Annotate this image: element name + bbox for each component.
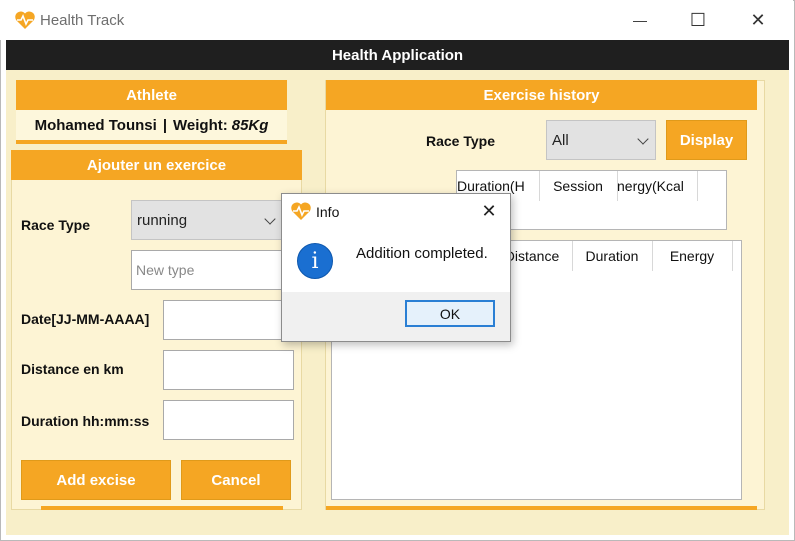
close-icon: ✕ — [750, 9, 766, 30]
race-type-select[interactable]: running — [131, 200, 283, 240]
minimize-button[interactable]: — — [615, 4, 665, 36]
race-type-value: running — [137, 211, 188, 229]
chevron-down-icon — [264, 213, 276, 225]
history-col-energy[interactable]: Energy — [652, 241, 733, 271]
heart-pulse-icon — [15, 11, 35, 30]
window-title: Health Track — [40, 12, 125, 29]
history-race-type-label: Race Type — [426, 133, 495, 149]
history-underline — [326, 506, 757, 510]
athlete-header: Athlete — [16, 80, 287, 110]
distance-input[interactable] — [163, 350, 294, 390]
dialog-title: Info — [316, 204, 340, 220]
athlete-info: Mohamed Tounsi | Weight: 85Kg — [16, 110, 287, 140]
heart-pulse-icon — [291, 202, 311, 220]
summary-col-session[interactable]: Session — [539, 171, 618, 201]
duration-label: Duration hh:mm:ss — [21, 413, 150, 429]
add-exercise-underline — [41, 506, 283, 510]
dialog-ok-button[interactable]: OK — [405, 300, 495, 327]
chevron-down-icon — [637, 133, 649, 145]
history-race-type-select[interactable]: All — [546, 120, 656, 160]
cancel-button-label: Cancel — [211, 471, 261, 489]
dialog-ok-label: OK — [439, 305, 461, 322]
add-exercise-button[interactable]: Add excise — [21, 460, 171, 500]
race-type-label: Race Type — [21, 217, 90, 233]
athlete-weight-label: Weight: — [173, 116, 228, 134]
app-header: Health Application — [6, 40, 789, 70]
athlete-header-label: Athlete — [126, 86, 177, 104]
athlete-separator: | — [162, 116, 168, 134]
maximize-button[interactable]: ☐ — [673, 4, 723, 36]
exercise-history-header-label: Exercise history — [483, 86, 600, 104]
add-exercise-header-label: Ajouter un exercice — [86, 156, 227, 174]
dialog-message: Addition completed. — [356, 245, 488, 262]
new-type-input[interactable]: New type — [131, 250, 283, 290]
add-exercise-header: Ajouter un exercice — [11, 150, 302, 180]
cancel-button[interactable]: Cancel — [181, 460, 291, 500]
athlete-underline — [16, 140, 287, 144]
add-exercise-button-label: Add excise — [56, 471, 136, 489]
athlete-name: Mohamed Tounsi — [34, 116, 157, 134]
title-bar[interactable]: Health Track — ☐ ✕ — [0, 0, 793, 40]
close-icon: ✕ — [481, 200, 497, 221]
date-label: Date[JJ-MM-AAAA] — [21, 311, 150, 327]
athlete-weight-value: 85Kg — [231, 116, 269, 134]
info-icon: i — [297, 243, 333, 279]
history-col-duration[interactable]: Duration — [572, 241, 653, 271]
date-input[interactable] — [163, 300, 283, 340]
distance-label: Distance en km — [21, 361, 124, 377]
new-type-placeholder: New type — [136, 262, 195, 278]
close-button[interactable]: ✕ — [733, 4, 783, 36]
exercise-history-header: Exercise history — [326, 80, 757, 110]
dialog-close-button[interactable]: ✕ — [474, 198, 504, 224]
maximize-icon: ☐ — [689, 9, 707, 30]
app-header-title: Health Application — [331, 46, 464, 64]
history-race-type-value: All — [552, 131, 569, 149]
display-button-label: Display — [679, 131, 734, 149]
summary-col-energy[interactable]: nergy(Kcal — [617, 171, 698, 201]
minimize-icon: — — [633, 12, 647, 28]
duration-input[interactable] — [163, 400, 294, 440]
display-button[interactable]: Display — [666, 120, 747, 160]
